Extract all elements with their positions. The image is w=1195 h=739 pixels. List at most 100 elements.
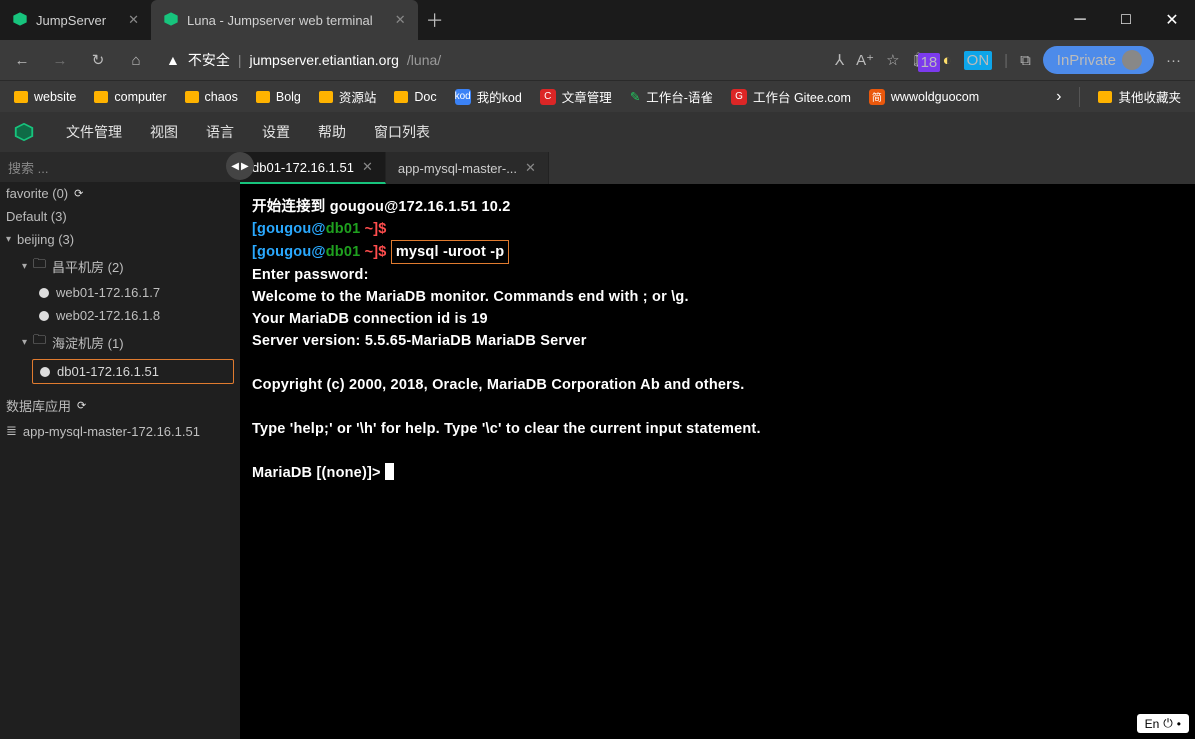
url-field[interactable]: ▲ 不安全 | jumpserver.etiantian.org/luna/ bbox=[160, 50, 819, 70]
folder-icon: 🗀 bbox=[33, 331, 46, 353]
term-blank bbox=[252, 352, 1183, 374]
maximize-button[interactable]: □ bbox=[1103, 0, 1149, 40]
sidebar-toggle[interactable]: ◀▶ bbox=[226, 152, 254, 180]
tree-label: db01-172.16.1.51 bbox=[57, 364, 159, 379]
sidebar-web02[interactable]: web02-172.16.1.8 bbox=[0, 304, 240, 327]
sidebar-db01-selected[interactable]: db01-172.16.1.51 bbox=[32, 359, 234, 384]
kod-icon: kod bbox=[455, 89, 471, 105]
sidebar-web01[interactable]: web01-172.16.1.7 bbox=[0, 281, 240, 304]
menu-file[interactable]: 文件管理 bbox=[66, 122, 122, 142]
close-window-button[interactable]: ✕ bbox=[1149, 0, 1195, 40]
sidebar-changping[interactable]: ▾ 🗀 昌平机房 (2) bbox=[0, 251, 240, 281]
bookmark-label: 资源站 bbox=[339, 87, 377, 106]
collections-icon[interactable]: ⧉ bbox=[1020, 52, 1031, 69]
back-button[interactable]: ← bbox=[8, 46, 36, 74]
term-blank bbox=[252, 396, 1183, 418]
ime-indicator[interactable]: En ⏻ • bbox=[1137, 714, 1189, 733]
refresh-icon[interactable]: ⟳ bbox=[77, 399, 86, 412]
sidebar-favorite[interactable]: favorite (0) ⟳ bbox=[0, 182, 240, 205]
browser-tab-label: Luna - Jumpserver web terminal bbox=[187, 13, 373, 28]
sidebar-dbapp-section[interactable]: 数据库应用 ⟳ bbox=[0, 392, 240, 419]
app-logo-icon[interactable] bbox=[10, 118, 38, 146]
inprivate-label: InPrivate bbox=[1057, 52, 1116, 69]
url-separator: | bbox=[238, 52, 242, 68]
inprivate-badge[interactable]: InPrivate bbox=[1043, 46, 1154, 74]
tree-label: 海淀机房 (1) bbox=[52, 333, 124, 352]
bookmark-label: computer bbox=[114, 90, 166, 104]
bookmark-label: 其他收藏夹 bbox=[1118, 87, 1181, 106]
menu-help[interactable]: 帮助 bbox=[318, 122, 346, 142]
terminal-tab-label: app-mysql-master-... bbox=[398, 161, 517, 176]
term-line: [gougou@db01 ~]$ bbox=[252, 218, 1183, 240]
term-blank bbox=[252, 440, 1183, 462]
bookmark-website[interactable]: website bbox=[8, 90, 82, 104]
bookmark-other-folder[interactable]: 其他收藏夹 bbox=[1092, 87, 1187, 106]
bookmark-chaos[interactable]: chaos bbox=[179, 90, 244, 104]
bookmarks-overflow-button[interactable]: › bbox=[1050, 88, 1067, 106]
bookmark-kod[interactable]: kod我的kod bbox=[449, 87, 528, 106]
forward-button[interactable]: → bbox=[46, 46, 74, 74]
url-domain: jumpserver.etiantian.org bbox=[250, 52, 399, 68]
menu-windows[interactable]: 窗口列表 bbox=[374, 122, 430, 142]
close-icon[interactable]: ✕ bbox=[128, 12, 139, 28]
menu-view[interactable]: 视图 bbox=[150, 122, 178, 142]
browser-tab-jumpserver[interactable]: JumpServer ✕ bbox=[0, 0, 151, 40]
url-path: /luna/ bbox=[407, 52, 441, 68]
chevron-left-icon: ◀ bbox=[231, 161, 239, 172]
tree-label: 昌平机房 (2) bbox=[52, 257, 124, 276]
browser-tab-luna[interactable]: Luna - Jumpserver web terminal ✕ bbox=[151, 0, 418, 40]
command-highlight: mysql -uroot -p bbox=[391, 240, 510, 264]
tree-label: 数据库应用 bbox=[6, 396, 71, 415]
warning-icon: ▲ bbox=[166, 52, 180, 68]
sidebar-haidian[interactable]: ▾ 🗀 海淀机房 (1) bbox=[0, 327, 240, 357]
sidebar-beijing[interactable]: ▾ beijing (3) bbox=[0, 228, 240, 251]
ime-mode-icon: ⏻ bbox=[1163, 716, 1173, 731]
close-icon[interactable]: ✕ bbox=[362, 159, 373, 175]
term-line: Copyright (c) 2000, 2018, Oracle, MariaD… bbox=[252, 374, 1183, 396]
bookmark-wwwold[interactable]: 简wwwoldguocom bbox=[863, 89, 985, 105]
new-tab-button[interactable]: ＋ bbox=[426, 7, 444, 33]
bookmark-bolg[interactable]: Bolg bbox=[250, 90, 307, 104]
folder-icon bbox=[394, 91, 408, 103]
home-button[interactable]: ⌂ bbox=[122, 46, 150, 74]
c-icon: C bbox=[540, 89, 556, 105]
sidebar: 搜索 ... favorite (0) ⟳ Default (3) ▾ beij… bbox=[0, 152, 240, 739]
translate-icon[interactable]: ⅄ bbox=[835, 51, 844, 69]
collapse-icon: ▾ bbox=[22, 337, 27, 348]
minimize-button[interactable]: ─ bbox=[1057, 0, 1103, 40]
close-icon[interactable]: ✕ bbox=[395, 12, 406, 28]
close-icon[interactable]: ✕ bbox=[525, 160, 536, 176]
sidebar-default[interactable]: Default (3) bbox=[0, 205, 240, 228]
term-line: MariaDB [(none)]> bbox=[252, 462, 1183, 484]
terminal-tab-appmysql[interactable]: app-mysql-master-... ✕ bbox=[386, 152, 549, 184]
bookmark-gitee[interactable]: G工作台 Gitee.com bbox=[725, 87, 857, 106]
bookmark-yuque[interactable]: ✎工作台-语雀 bbox=[624, 87, 719, 106]
bookmark-doc[interactable]: Doc bbox=[388, 90, 442, 104]
bookmark-ziyuan[interactable]: 资源站 bbox=[313, 87, 383, 106]
menu-lang[interactable]: 语言 bbox=[206, 122, 234, 142]
terminal-tab-db01[interactable]: db01-172.16.1.51 ✕ bbox=[240, 152, 386, 184]
refresh-button[interactable]: ↻ bbox=[84, 46, 112, 74]
bookmark-label: 文章管理 bbox=[562, 87, 612, 106]
folder-icon bbox=[256, 91, 270, 103]
menu-settings[interactable]: 设置 bbox=[262, 122, 290, 142]
term-line: Type 'help;' or '\h' for help. Type '\c'… bbox=[252, 418, 1183, 440]
bookmark-computer[interactable]: computer bbox=[88, 90, 172, 104]
ime-dot-icon: • bbox=[1177, 717, 1181, 731]
bookmark-wenzhang[interactable]: C 文章管理 bbox=[534, 87, 618, 106]
sidebar-app-mysql-master[interactable]: ≣ app-mysql-master-172.16.1.51 bbox=[0, 419, 240, 443]
extension-on-badge[interactable]: ON bbox=[964, 52, 993, 69]
extension-icon[interactable]: ◐ bbox=[943, 52, 952, 69]
term-line: [gougou@db01 ~]$ mysql -uroot -p bbox=[252, 240, 1183, 264]
terminal-body[interactable]: 开始连接到 gougou@172.16.1.51 10.2 [gougou@db… bbox=[240, 184, 1195, 739]
sidebar-search[interactable]: 搜索 ... bbox=[0, 152, 240, 182]
tree-label: web02-172.16.1.8 bbox=[56, 308, 160, 323]
extension-badge[interactable]: 🛍18 bbox=[912, 51, 931, 69]
bookmark-label: wwwoldguocom bbox=[891, 90, 979, 104]
bookmark-label: website bbox=[34, 90, 76, 104]
favorite-icon[interactable]: ☆ bbox=[886, 51, 899, 69]
chevron-right-icon: ▶ bbox=[241, 161, 249, 172]
more-menu-button[interactable]: ··· bbox=[1166, 52, 1181, 69]
refresh-icon[interactable]: ⟳ bbox=[74, 187, 83, 200]
reader-icon[interactable]: A⁺ bbox=[856, 51, 874, 69]
